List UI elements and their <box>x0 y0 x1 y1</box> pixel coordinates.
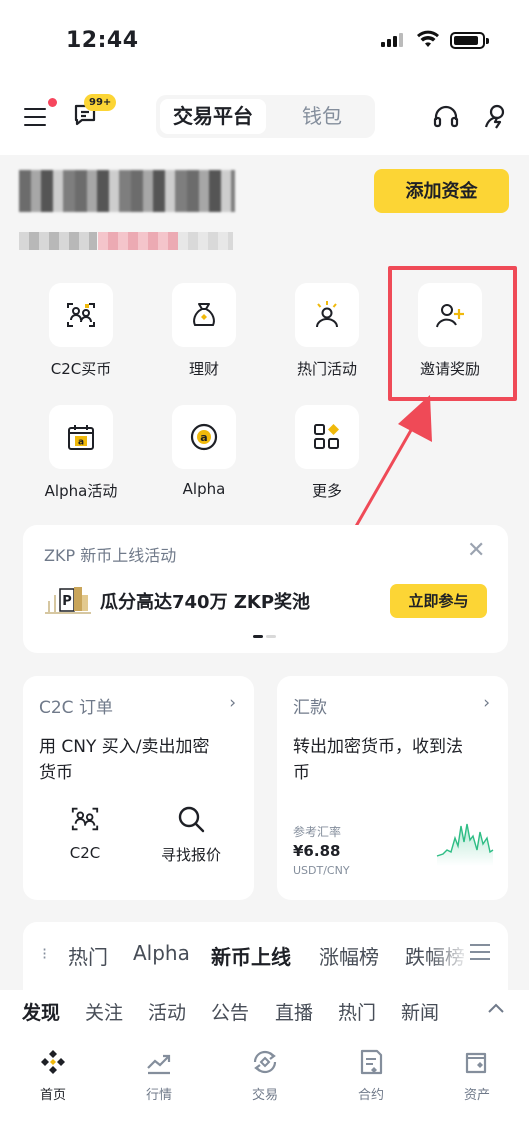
c2c-entry-label: C2C <box>69 844 101 862</box>
nav-label: 合约 <box>357 1088 384 1103</box>
feed-tab-discover[interactable]: 发现 <box>22 998 60 1025</box>
svg-text:P: P <box>62 594 72 609</box>
bottom-navigation: 首页 行情 交易 合约 资产 <box>0 1035 529 1145</box>
nav-label: 行情 <box>145 1088 172 1103</box>
shortcut-alpha[interactable]: a Alpha <box>149 405 259 515</box>
close-icon[interactable]: ✕ <box>467 540 485 562</box>
feed-tab-live[interactable]: 直播 <box>275 998 313 1025</box>
shortcut-label: Alpha <box>182 480 226 498</box>
feed-tab-news[interactable]: 新闻 <box>401 998 439 1025</box>
nav-label: 交易 <box>251 1088 278 1103</box>
remittance-card[interactable]: 汇款 › 转出加密货币，收到法 币 参考汇率 ¥6.88 USDT/CNY <box>277 676 508 900</box>
wifi-icon <box>417 30 439 47</box>
card-title: C2C 订单 <box>39 698 113 718</box>
profile-icon[interactable] <box>482 102 510 130</box>
card-description: 转出加密货币，收到法 币 <box>293 734 463 786</box>
find-quote-label: 寻找报价 <box>160 846 221 864</box>
banner-title: ZKP 新币上线活动 <box>44 546 177 565</box>
shortcut-label: C2C买币 <box>50 360 112 378</box>
status-time: 12:44 <box>66 28 139 53</box>
banner-headline: 瓜分高达740万 ZKP奖池 <box>100 592 311 613</box>
desc-line: 用 CNY 买入/卖出加密 <box>39 737 210 757</box>
tab-exchange[interactable]: 交易平台 <box>160 99 266 134</box>
feed-tab-following[interactable]: 关注 <box>85 998 123 1025</box>
app-header: 99+ 交易平台 钱包 <box>0 80 529 155</box>
svg-text:a: a <box>200 431 207 444</box>
rate-sparkline <box>436 823 494 866</box>
nav-markets[interactable]: 行情 <box>106 1047 212 1103</box>
cellular-signal-icon <box>381 33 407 47</box>
alpha-calendar-icon: a <box>49 405 113 469</box>
menu-lines-icon[interactable] <box>470 944 492 962</box>
shortcut-label: 热门活动 <box>296 360 357 378</box>
notification-dot <box>48 98 57 107</box>
nav-assets[interactable]: 资产 <box>424 1047 529 1103</box>
account-extra-blurred <box>178 232 233 250</box>
shortcut-earn[interactable]: 理财 <box>149 283 259 393</box>
nav-trade[interactable]: 交易 <box>212 1047 318 1103</box>
menu-icon[interactable] <box>24 108 46 127</box>
wallet-icon <box>465 1052 487 1074</box>
money-bag-icon <box>172 283 236 347</box>
platform-segment-control: 交易平台 钱包 <box>156 95 375 138</box>
alpha-icon: a <box>172 405 236 469</box>
market-tab-alpha[interactable]: Alpha <box>133 941 190 965</box>
svg-text:a: a <box>78 438 84 448</box>
add-funds-button[interactable]: 添加资金 <box>374 169 509 213</box>
more-dots-icon[interactable]: ⁝ <box>42 944 47 963</box>
account-balance-blurred <box>19 170 235 212</box>
headset-icon[interactable] <box>433 105 459 129</box>
chevron-up-icon[interactable] <box>487 1002 505 1014</box>
desc-line: 货币 <box>39 763 73 783</box>
find-quote-entry[interactable]: 寻找报价 <box>156 804 226 865</box>
home-binance-icon <box>41 1050 65 1074</box>
rate-label: 参考汇率 <box>293 825 342 839</box>
shortcut-hot-events[interactable]: 热门活动 <box>272 283 382 393</box>
nav-home[interactable]: 首页 <box>0 1047 106 1103</box>
market-tab-hot[interactable]: 热门 <box>68 941 108 970</box>
search-icon <box>178 806 205 833</box>
shortcut-label: 理财 <box>188 360 219 378</box>
shortcut-label: Alpha活动 <box>44 482 118 500</box>
tab-wallet[interactable]: 钱包 <box>274 99 370 134</box>
nav-label: 首页 <box>39 1088 66 1103</box>
market-tabs-bar: ⁝ 热门 Alpha 新币上线 涨幅榜 跌幅榜 <box>23 922 508 990</box>
message-badge: 99+ <box>84 94 117 111</box>
market-chart-icon <box>147 1054 171 1075</box>
feed-tab-events[interactable]: 活动 <box>148 998 186 1025</box>
shortcut-c2c-buy[interactable]: C2C买币 <box>26 283 136 393</box>
account-pnl-blurred <box>98 232 178 250</box>
c2c-users-icon <box>49 283 113 347</box>
event-person-icon <box>295 283 359 347</box>
feed-tab-announcements[interactable]: 公告 <box>211 998 249 1025</box>
card-title: 汇款 <box>293 698 327 718</box>
desc-line: 币 <box>293 763 310 783</box>
nav-futures[interactable]: 合约 <box>318 1047 424 1103</box>
card-description: 用 CNY 买入/卖出加密 货币 <box>39 734 210 786</box>
tab-fade <box>428 932 470 972</box>
shortcut-alpha-events[interactable]: a Alpha活动 <box>26 405 136 515</box>
join-now-button[interactable]: 立即参与 <box>390 584 487 618</box>
account-info-blurred <box>19 232 97 250</box>
carousel-indicator <box>253 635 279 654</box>
desc-line: 转出加密货币，收到法 <box>293 737 463 757</box>
nav-label: 资产 <box>463 1088 490 1103</box>
chevron-right-icon[interactable]: › <box>229 693 236 713</box>
trade-icon <box>253 1050 277 1074</box>
c2c-entry[interactable]: C2C <box>50 804 120 862</box>
market-tab-new-listing[interactable]: 新币上线 <box>211 941 291 970</box>
promo-banner[interactable]: ZKP 新币上线活动 ✕ P 瓜分高达740万 ZKP奖池 立即参与 <box>23 525 508 653</box>
market-tab-gainers[interactable]: 涨幅榜 <box>319 941 379 970</box>
status-bar: 12:44 <box>0 0 529 80</box>
zkp-token-icon: P <box>45 587 91 614</box>
feed-tab-hot[interactable]: 热门 <box>338 998 376 1025</box>
chevron-right-icon[interactable]: › <box>483 693 490 713</box>
rate-value: ¥6.88 <box>293 842 341 860</box>
c2c-order-card[interactable]: C2C 订单 › 用 CNY 买入/卖出加密 货币 C2C 寻找报价 <box>23 676 254 900</box>
battery-icon <box>450 32 489 49</box>
rate-pair: USDT/CNY <box>293 864 350 877</box>
futures-icon <box>360 1049 383 1075</box>
c2c-users-icon <box>71 807 99 831</box>
feed-tabs-bar: 发现 关注 活动 公告 直播 热门 新闻 <box>0 990 529 1035</box>
